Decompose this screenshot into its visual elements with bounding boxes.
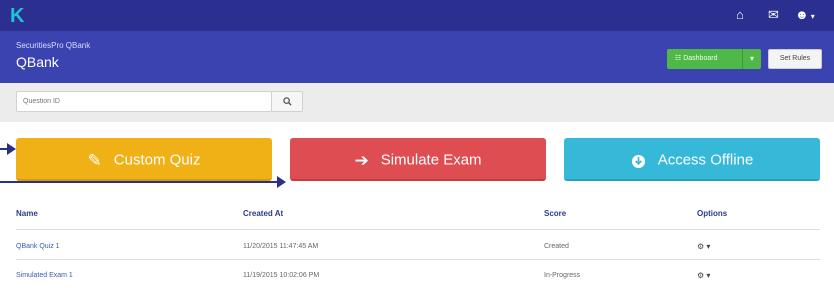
product-subtitle: SecuritiesPro QBank [16, 41, 91, 50]
column-header-created[interactable]: Created At [243, 209, 283, 218]
row-2-name-link[interactable]: Simulated Exam 1 [16, 272, 73, 279]
column-header-score[interactable]: Score [544, 209, 566, 218]
brand-logo[interactable]: K [10, 6, 24, 26]
custom-quiz-button[interactable]: ✎ Custom Quiz [16, 138, 272, 181]
download-circle-icon [631, 139, 646, 182]
simulate-exam-button[interactable]: ➔ Simulate Exam [290, 138, 546, 181]
question-id-input[interactable] [16, 91, 272, 112]
mail-icon[interactable]: ✉ [768, 8, 779, 22]
column-header-options: Options [697, 209, 728, 218]
pencil-icon: ✎ [87, 150, 102, 170]
user-icon: ☻ [795, 7, 809, 22]
user-menu[interactable]: ☻ ▾ [795, 8, 815, 24]
top-navbar [0, 0, 834, 31]
custom-quiz-label: Custom Quiz [113, 151, 201, 169]
page-title: QBank [16, 54, 59, 70]
row-1-score: Created [544, 243, 569, 250]
row-1-options-gear-icon[interactable]: ⚙ ▾ [697, 242, 710, 251]
dashboard-button[interactable]: ☷ Dashboard ▾ [667, 49, 761, 69]
simulate-exam-label: Simulate Exam [380, 151, 482, 169]
home-icon[interactable]: ⌂ [736, 8, 744, 22]
arrow-right-icon: ➔ [354, 150, 369, 170]
dashboard-label: ☷ Dashboard [675, 55, 718, 62]
annotation-arrow-2-line [0, 181, 278, 183]
table-header-divider [16, 229, 820, 230]
search-button[interactable] [271, 91, 303, 112]
access-offline-label: Access Offline [657, 151, 754, 169]
chevron-down-icon: ▾ [810, 12, 815, 21]
annotation-arrow-1-head [7, 143, 16, 155]
row-2-options-gear-icon[interactable]: ⚙ ▾ [697, 271, 710, 280]
access-offline-button[interactable]: Access Offline [564, 138, 820, 181]
table-row-divider [16, 259, 820, 260]
search-icon [282, 97, 292, 106]
annotation-arrow-2-head [277, 176, 286, 188]
row-1-name-link[interactable]: QBank Quiz 1 [16, 243, 60, 250]
set-rules-button[interactable]: Set Rules [768, 49, 822, 69]
row-2-score: In-Progress [544, 272, 581, 279]
row-1-created: 11/20/2015 11:47:45 AM [243, 243, 319, 250]
column-header-name[interactable]: Name [16, 209, 38, 218]
row-2-created: 11/19/2015 10:02:06 PM [243, 272, 320, 279]
dashboard-dropdown-toggle[interactable]: ▾ [742, 49, 761, 69]
